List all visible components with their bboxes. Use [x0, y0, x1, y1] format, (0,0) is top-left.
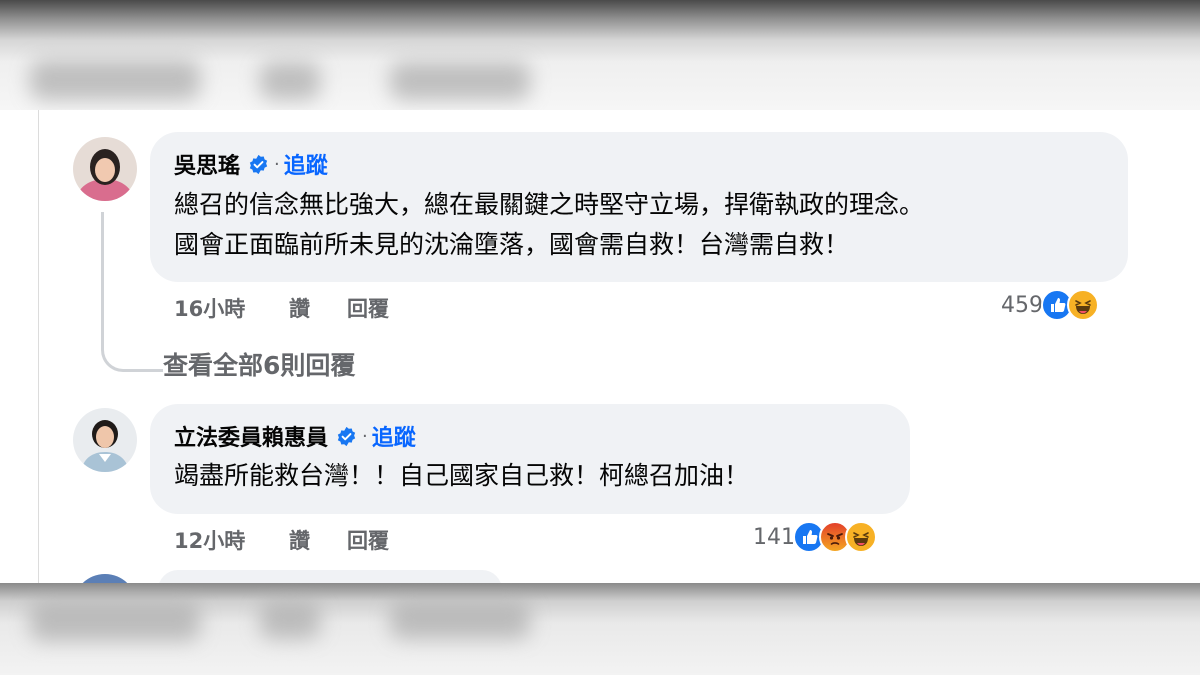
comment-header: 吳思瑤 · 追蹤: [174, 148, 328, 180]
author-name[interactable]: 立法委員賴惠員: [174, 420, 328, 452]
reaction-summary[interactable]: 459: [1001, 289, 1099, 321]
blurred-bottom-region: [0, 583, 1200, 675]
follow-link[interactable]: 追蹤: [284, 148, 328, 180]
like-button[interactable]: 讚: [289, 293, 310, 323]
comment-section: 吳思瑤 · 追蹤 總召的信念無比強大，總在最關鍵之時堅守立場，捍衛執政的理念。 …: [0, 110, 1200, 583]
blurred-top-region: [0, 0, 1200, 110]
reply-button[interactable]: 回覆: [347, 525, 389, 555]
avatar-photo: [73, 137, 137, 201]
reaction-summary[interactable]: 141: [753, 521, 877, 553]
reply-button[interactable]: 回覆: [347, 293, 389, 323]
avatar-photo: [73, 408, 137, 472]
author-name[interactable]: 吳思瑤: [174, 148, 240, 180]
comment-text: 竭盡所能救台灣！！自己國家自己救！柯總召加油！: [174, 456, 749, 496]
view-all-replies-link[interactable]: 查看全部6則回覆: [163, 346, 355, 382]
comment-bubble: [158, 570, 502, 583]
comment-text: 總召的信念無比強大，總在最關鍵之時堅守立場，捍衛執政的理念。 國會正面臨前所未見…: [174, 185, 924, 265]
timestamp[interactable]: 12小時: [174, 525, 245, 555]
avatar[interactable]: [73, 137, 137, 201]
verified-badge-icon: [249, 154, 268, 174]
haha-icon: [845, 521, 877, 553]
reaction-count: 459: [1001, 292, 1043, 318]
separator-dot: ·: [274, 153, 280, 175]
thread-connector: [101, 212, 163, 372]
comment-bubble: 立法委員賴惠員 · 追蹤 竭盡所能救台灣！！自己國家自己救！柯總召加油！: [150, 404, 910, 514]
like-button[interactable]: 讚: [289, 525, 310, 555]
reaction-count: 141: [753, 524, 795, 550]
timestamp[interactable]: 16小時: [174, 293, 245, 323]
comment-header: 立法委員賴惠員 · 追蹤: [174, 420, 416, 452]
comment-bubble: 吳思瑤 · 追蹤 總召的信念無比強大，總在最關鍵之時堅守立場，捍衛執政的理念。 …: [150, 132, 1128, 282]
separator-dot: ·: [362, 425, 368, 447]
comment-line: 竭盡所能救台灣！！自己國家自己救！柯總召加油！: [174, 461, 750, 490]
comment-line: 總召的信念無比強大，總在最關鍵之時堅守立場，捍衛執政的理念。: [174, 190, 925, 219]
verified-badge-icon: [337, 426, 356, 446]
avatar[interactable]: [73, 408, 137, 472]
haha-icon: [1067, 289, 1099, 321]
comment-line: 國會正面臨前所未見的沈淪墮落，國會需自救！台灣需自救！: [174, 230, 850, 259]
avatar[interactable]: [73, 574, 137, 583]
follow-link[interactable]: 追蹤: [372, 420, 416, 452]
